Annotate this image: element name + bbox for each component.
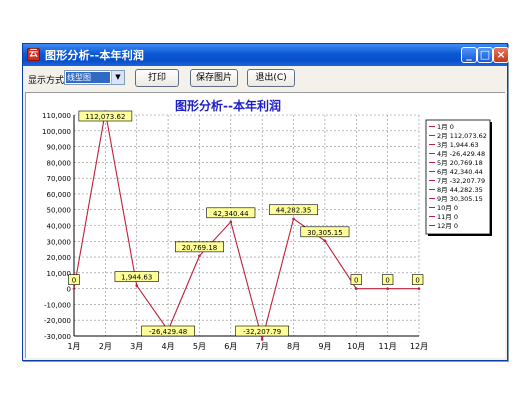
legend-entry: 11月 0 (437, 213, 458, 221)
data-point (354, 287, 358, 290)
x-tick-label: 2月 (99, 342, 112, 351)
data-label: -32,207.79 (243, 328, 281, 336)
y-tick-label: 60,000 (47, 191, 72, 199)
x-tick-label: 9月 (318, 342, 331, 351)
app-icon: 云 (27, 48, 40, 61)
legend-entry: 5月 20,769.18 (437, 159, 483, 167)
window-title: 图形分析--本年利润 (45, 49, 145, 62)
x-tick-label: 1月 (67, 342, 80, 351)
legend-entry: 12月 0 (437, 222, 458, 230)
x-tick-label: 6月 (224, 342, 237, 351)
data-label: 0 (354, 277, 358, 285)
legend-entry: 1月 0 (437, 123, 454, 131)
x-tick-label: 4月 (162, 342, 175, 351)
x-tick-label: 10月 (347, 342, 365, 351)
data-point (260, 338, 264, 341)
line-chart: 图形分析--本年利润 110,000 100,000 90,000 80,000 70,0… (42, 98, 492, 351)
x-tick-label: 3月 (130, 342, 143, 351)
save-image-button[interactable]: 保存图片 (190, 69, 238, 87)
close-button[interactable]: × (493, 47, 509, 63)
toolbar: 显示方式 线型图 ▼ 打印 保存图片 退出(C) (23, 66, 507, 92)
data-label: -26,429.48 (149, 328, 187, 336)
display-mode-value: 线型图 (66, 72, 110, 83)
y-tick-label: 40,000 (47, 223, 72, 231)
data-point (229, 220, 233, 224)
legend-entry: 2月 112,073.62 (437, 132, 487, 140)
x-tick-label: 12月 (410, 342, 428, 351)
legend-entry: 3月 1,944.63 (437, 141, 479, 149)
data-point (198, 254, 201, 258)
y-tick-label: -20,000 (44, 317, 71, 325)
y-tick-label: 110,000 (42, 112, 71, 120)
data-label: 30,305.15 (307, 229, 343, 237)
minimize-button[interactable]: _ (461, 47, 477, 63)
legend-entry: 6月 42,340.44 (437, 168, 483, 176)
legend-entry: 4月 -26,429.48 (437, 150, 485, 158)
title-bar[interactable]: 云 图形分析--本年利润 _ □ × (23, 44, 509, 66)
y-tick-label: 30,000 (47, 238, 72, 246)
x-tick-label: 7月 (256, 342, 269, 351)
data-point (386, 287, 389, 290)
y-tick-label: 100,000 (42, 128, 71, 136)
chevron-down-icon[interactable]: ▼ (111, 71, 124, 84)
maximize-button[interactable]: □ (477, 47, 493, 63)
chart-area: 图形分析--本年利润 110,000 100,000 90,000 80,000 70,0… (25, 92, 505, 358)
y-tick-label: 50,000 (47, 207, 72, 215)
display-mode-label: 显示方式 (28, 76, 65, 86)
y-tick-label: -30,000 (44, 333, 71, 341)
legend-entry: 8月 44,282.35 (437, 186, 483, 194)
y-tick-label: 90,000 (47, 144, 72, 152)
y-tick-label: 10,000 (47, 270, 72, 278)
data-point (72, 287, 76, 290)
y-tick-label: 20,000 (47, 254, 72, 262)
data-point (417, 287, 421, 290)
legend-entry: 10月 0 (437, 204, 458, 212)
x-tick-label: 5月 (193, 342, 206, 351)
data-label: 112,073.62 (85, 113, 125, 121)
data-point (292, 217, 295, 221)
legend-entry: 7月 -32,207.79 (437, 177, 485, 185)
x-tick-label: 11月 (379, 342, 397, 351)
y-tick-label: -10,000 (44, 301, 71, 309)
exit-button[interactable]: 退出(C) (247, 69, 295, 87)
app-window: 云 图形分析--本年利润 _ □ × 显示方式 线型图 ▼ 打印 保存图片 退出… (22, 43, 509, 361)
data-point (135, 284, 139, 287)
y-tick-label: 70,000 (47, 175, 72, 183)
print-button[interactable]: 打印 (135, 69, 179, 87)
y-tick-label: 0 (67, 286, 71, 294)
data-label: 1,944.63 (121, 274, 152, 282)
y-tick-label: 80,000 (47, 159, 72, 167)
chart-title: 图形分析--本年利润 (175, 98, 281, 113)
display-mode-select[interactable]: 线型图 ▼ (64, 70, 125, 85)
x-tick-label: 8月 (287, 342, 300, 351)
data-label: 0 (415, 277, 419, 285)
data-point (323, 239, 327, 243)
legend-entry: 9月 30,305.15 (437, 195, 483, 203)
data-label: 0 (72, 277, 76, 285)
data-label: 20,769.18 (182, 244, 218, 252)
data-label: 44,282.35 (276, 207, 312, 215)
data-label: 0 (385, 277, 389, 285)
data-label: 42,340.44 (213, 210, 249, 218)
